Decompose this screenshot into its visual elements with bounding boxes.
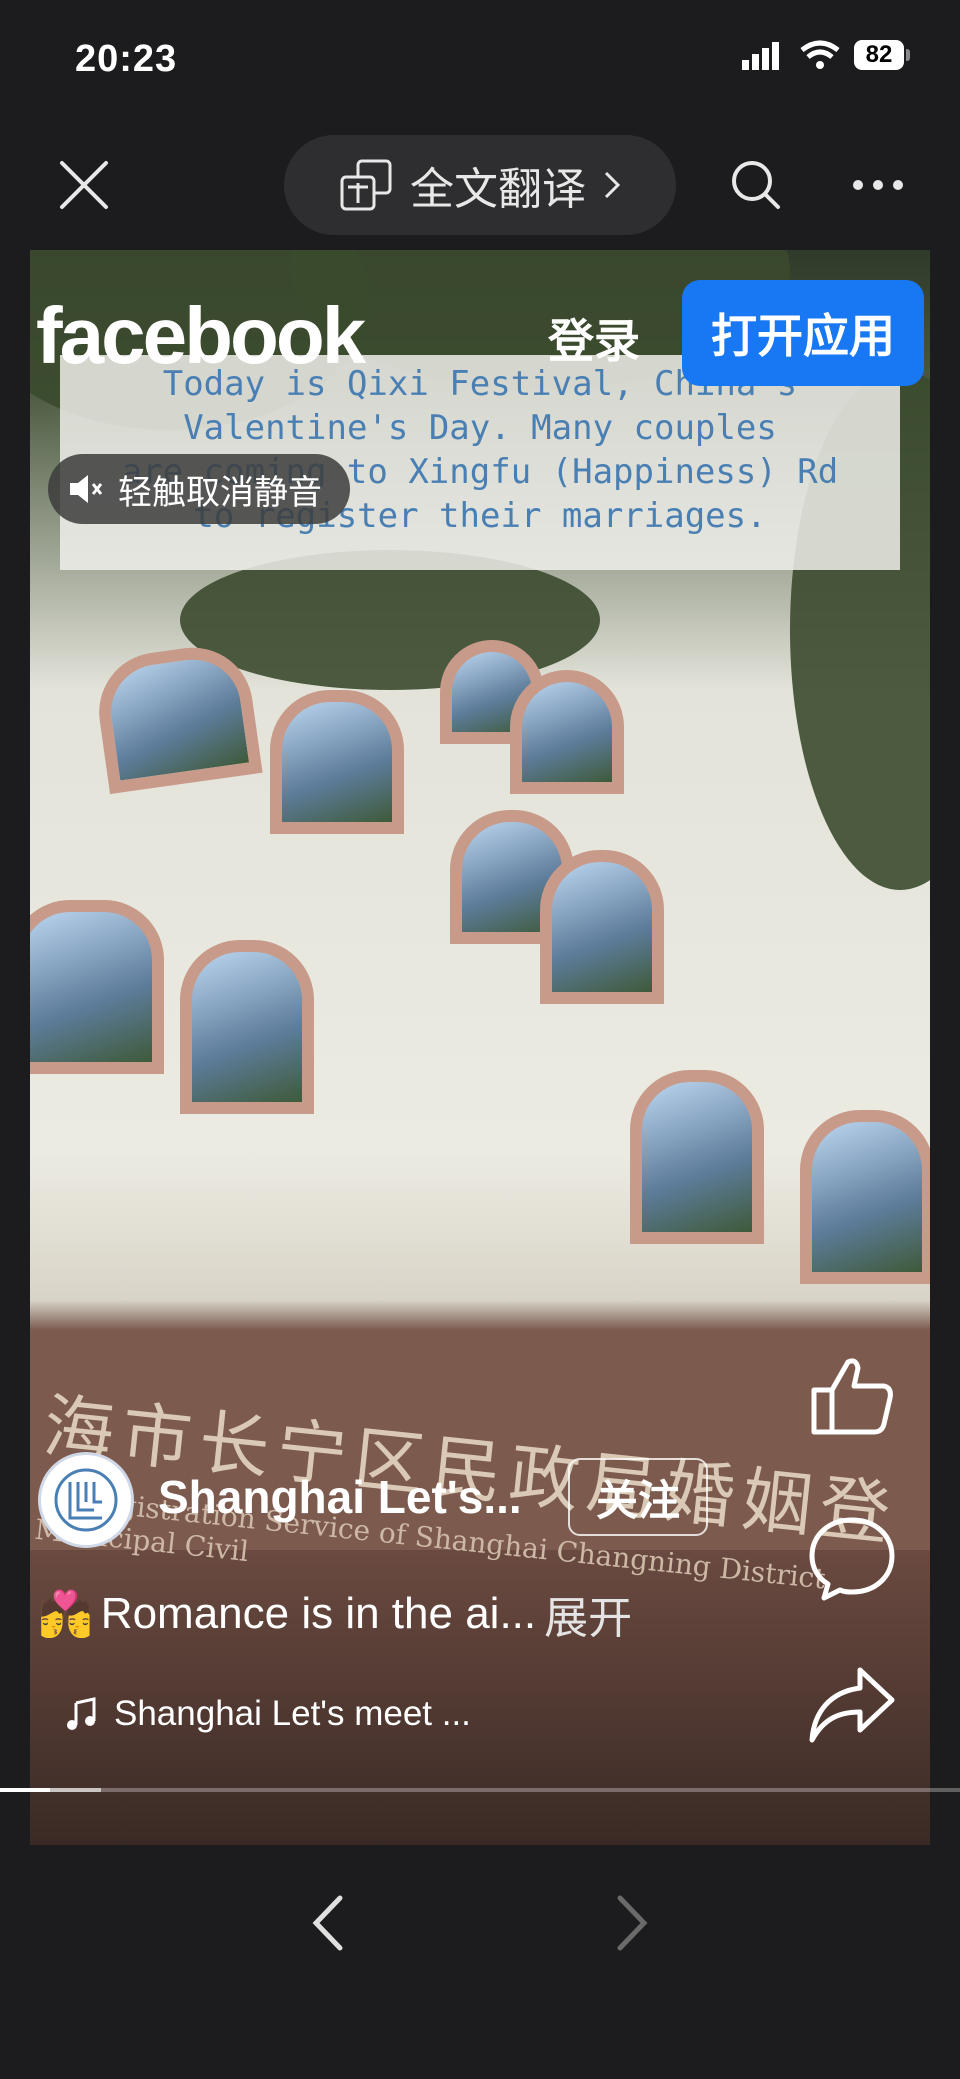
top-nav-bar: 全文翻译 [0,125,960,250]
building-window [800,1110,930,1284]
mute-icon [70,475,103,503]
share-icon [809,1667,895,1743]
building-window [630,1070,764,1244]
building-window [510,670,624,794]
mute-label: 轻触取消静音 [118,473,322,512]
chevron-right-icon [604,171,621,199]
signal-icon [742,42,779,70]
back-arrow-icon [312,1895,343,1951]
browser-bottom-bar [0,1848,960,2079]
translate-label: 全文翻译 [410,165,586,214]
post-caption[interactable]: 💏 Romance is in the ai... 展开 [38,1582,632,1646]
more-icon [853,180,903,190]
comment-button[interactable] [806,1512,898,1604]
translate-icon [340,159,392,211]
like-icon [811,1358,893,1435]
open-app-button[interactable]: 打开应用 [682,280,924,386]
expand-link[interactable]: 展开 [544,1582,632,1646]
status-icons: 82 [742,40,910,70]
couple-kiss-emoji: 💏 [38,1590,93,1639]
translate-button[interactable]: 全文翻译 [284,135,676,235]
battery-level: 82 [854,40,904,70]
search-icon [732,161,780,209]
follow-button[interactable]: 关注 [568,1458,708,1536]
wifi-icon [800,40,840,69]
close-button[interactable] [52,153,116,217]
building-window [30,900,164,1074]
more-button[interactable] [846,153,910,217]
like-button[interactable] [806,1350,898,1442]
music-title: Shanghai Let's meet ... [114,1694,471,1733]
back-button[interactable] [300,1888,360,1958]
page-avatar[interactable] [38,1452,134,1548]
music-note-icon [67,1697,96,1730]
building-window [180,940,314,1114]
tap-to-unmute-button[interactable]: 轻触取消静音 [48,454,350,524]
comment-icon [809,1517,895,1601]
video-progress-track[interactable] [0,1788,960,1792]
building-window [540,850,664,1004]
share-button[interactable] [806,1660,898,1752]
video-progress-buffer [49,1788,101,1792]
video-progress-fill [0,1788,50,1792]
post-caption-text: Romance is in the ai... [100,1589,537,1638]
forward-arrow-icon [617,1895,648,1951]
facebook-logo[interactable]: facebook [36,290,366,382]
page-logo-icon [54,1468,118,1532]
forward-button[interactable] [600,1888,660,1958]
login-button[interactable]: 登录 [548,305,640,371]
close-icon [60,161,108,209]
page-name[interactable]: Shanghai Let's... [158,1470,522,1524]
status-bar: 20:23 82 [0,0,960,125]
building-window [270,690,404,834]
search-button[interactable] [724,153,788,217]
battery-indicator: 82 [854,40,910,70]
music-info[interactable]: Shanghai Let's meet ... [64,1694,471,1734]
status-time: 20:23 [75,38,178,80]
